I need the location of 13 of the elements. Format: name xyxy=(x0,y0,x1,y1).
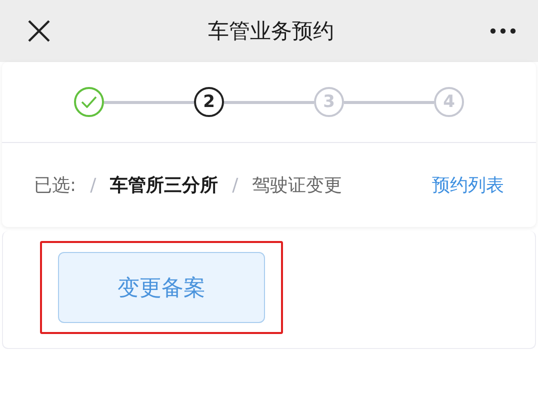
breadcrumb-separator: / xyxy=(90,174,96,196)
step-number: 2 xyxy=(194,87,224,117)
step-number: 4 xyxy=(434,87,464,117)
window-title: 车管业务预约 xyxy=(208,18,334,45)
step-number: 3 xyxy=(314,87,344,117)
breadcrumb-separator: / xyxy=(232,174,238,196)
breadcrumb-item: 驾驶证变更 xyxy=(252,174,342,197)
more-icon[interactable] xyxy=(490,28,516,34)
selection-label: 已选: xyxy=(34,174,76,197)
option-button[interactable]: 变更备案 xyxy=(58,252,265,323)
appointment-list-link[interactable]: 预约列表 xyxy=(432,173,504,197)
close-icon[interactable] xyxy=(28,20,50,42)
breadcrumb-item: 车管所三分所 xyxy=(110,174,218,197)
